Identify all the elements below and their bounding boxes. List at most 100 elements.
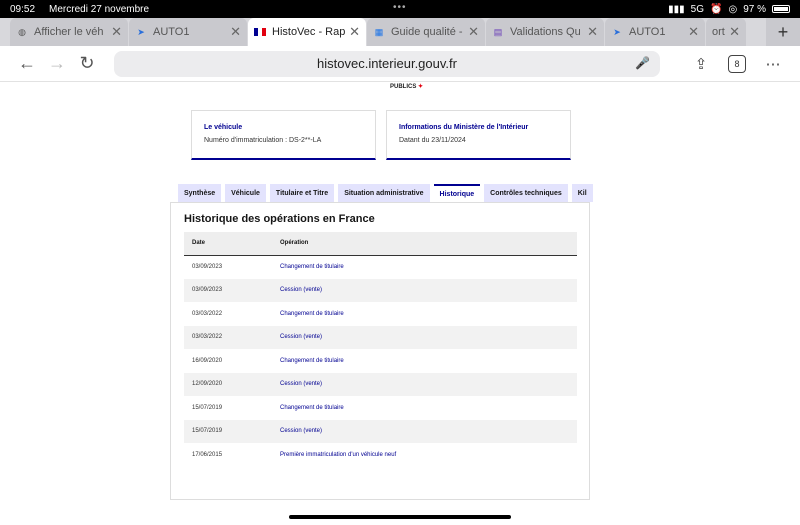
- back-button[interactable]: ←: [12, 51, 42, 77]
- vehicle-card-title: Le véhicule: [204, 124, 243, 131]
- browser-tab-2[interactable]: ➤ AUTO1 ✕: [129, 18, 247, 46]
- tab-titulaire[interactable]: Titulaire et Titre: [269, 184, 335, 202]
- close-tab-icon[interactable]: ✕: [230, 24, 241, 40]
- browser-tab-3[interactable]: HistoVec - Rap ✕: [248, 18, 366, 46]
- row-operation: Changement de titulaire: [280, 357, 344, 364]
- table-row: 15/07/2019 Cession (vente): [184, 419, 577, 443]
- report-tabs: Synthèse Véhicule Titulaire et Titre Sit…: [178, 184, 593, 202]
- table-row: 12/09/2020 Cession (vente): [184, 372, 577, 396]
- row-date: 17/06/2015: [192, 451, 223, 458]
- row-date: 15/07/2019: [192, 404, 223, 411]
- ministry-card-title: Informations du Ministère de l'Intérieur: [399, 124, 529, 131]
- browser-tab-5[interactable]: ▤ Validations Qu ✕: [486, 18, 604, 46]
- status-date: Mercredi 27 novembre: [49, 3, 150, 15]
- row-operation: Changement de titulaire: [280, 404, 344, 411]
- browser-tab-1[interactable]: ◍ Afficher le véh ✕: [10, 18, 128, 46]
- row-operation: Changement de titulaire: [280, 310, 344, 317]
- row-operation: Première immatriculation d'un véhicule n…: [280, 451, 397, 458]
- row-operation: Cession (vente): [280, 278, 577, 302]
- ministry-card-value: Datant du 23/11/2024: [399, 137, 466, 144]
- row-operation: Cession (vente): [280, 419, 577, 443]
- auto1-icon: ➤: [613, 26, 621, 37]
- globe-icon: ◍: [18, 26, 26, 37]
- history-panel: Historique des opérations en France Date…: [170, 202, 590, 500]
- table-row: 17/06/2015 Première immatriculation d'un …: [184, 443, 577, 467]
- row-operation: Changement de titulaire: [280, 264, 344, 270]
- column-date: Date: [184, 232, 280, 256]
- new-tab-button[interactable]: +: [766, 18, 800, 46]
- row-date: 03/09/2023: [192, 264, 223, 270]
- location-icon: ◎: [728, 3, 738, 15]
- table-header-row: Date Opération: [184, 232, 577, 256]
- network-label: 5G: [690, 3, 705, 15]
- browser-tab-bar: ◍ Afficher le véh ✕ ➤ AUTO1 ✕ HistoVec -…: [0, 18, 800, 46]
- table-row: 16/09/2020 Changement de titulaire: [184, 349, 577, 373]
- tab-kilometrage[interactable]: Kil: [571, 184, 593, 202]
- tab-label: ort: [712, 26, 725, 38]
- forms-icon: ▤: [493, 26, 503, 37]
- vehicle-card-value: Numéro d'immatriculation : DS-2**-LA: [204, 137, 322, 144]
- close-tab-icon[interactable]: ✕: [729, 24, 740, 40]
- close-tab-icon[interactable]: ✕: [688, 24, 699, 40]
- row-date: 03/03/2022: [184, 325, 280, 349]
- browser-toolbar: ← → ↻ histovec.interieur.gouv.fr 🎤 ⇪ 8 ⋯: [0, 46, 800, 82]
- status-bar: 09:52 Mercredi 27 novembre ••• ▮▮▮ 5G ⏰ …: [0, 0, 800, 18]
- tab-label: Validations Qu: [510, 26, 581, 38]
- tab-label: HistoVec - Rap: [272, 26, 346, 38]
- tab-label: AUTO1: [153, 26, 190, 38]
- reload-button[interactable]: ↻: [72, 51, 102, 77]
- browser-tab-6[interactable]: ➤ AUTO1 ✕: [605, 18, 705, 46]
- alarm-icon: ⏰: [710, 3, 723, 15]
- signal-icon: ▮▮▮: [668, 3, 685, 15]
- tab-switcher-button[interactable]: 8: [722, 51, 752, 77]
- address-bar[interactable]: histovec.interieur.gouv.fr 🎤: [114, 50, 660, 77]
- row-date: 03/03/2022: [192, 310, 223, 317]
- column-operation: Opération: [280, 232, 577, 256]
- tab-label: Guide qualité -: [391, 26, 463, 38]
- row-date: 12/09/2020: [184, 372, 280, 396]
- doc-icon: ▦: [374, 26, 384, 37]
- tab-situation-administrative[interactable]: Situation administrative: [338, 184, 430, 202]
- row-operation: Cession (vente): [280, 372, 577, 396]
- republique-logo: PUBLICS ✦: [390, 84, 424, 90]
- share-button[interactable]: ⇪: [686, 51, 716, 77]
- table-row: 03/03/2022 Changement de titulaire: [184, 302, 577, 326]
- close-tab-icon[interactable]: ✕: [468, 24, 479, 40]
- ministry-card: Informations du Ministère de l'Intérieur…: [386, 110, 571, 160]
- row-date: 16/09/2020: [192, 357, 223, 364]
- browser-tab-4[interactable]: ▦ Guide qualité - ✕: [367, 18, 485, 46]
- table-row: 03/09/2023 Cession (vente): [184, 278, 577, 302]
- vehicle-card: Le véhicule Numéro d'immatriculation : D…: [191, 110, 376, 160]
- row-date: 15/07/2019: [184, 419, 280, 443]
- forward-button[interactable]: →: [42, 51, 72, 77]
- battery-label: 97 %: [743, 3, 766, 15]
- battery-icon: [772, 5, 790, 13]
- tab-vehicule[interactable]: Véhicule: [225, 184, 266, 202]
- more-menu-button[interactable]: ⋯: [758, 51, 788, 77]
- url-text: histovec.interieur.gouv.fr: [317, 56, 457, 71]
- close-tab-icon[interactable]: ✕: [349, 24, 360, 40]
- table-row: 03/09/2023 Changement de titulaire: [184, 255, 577, 279]
- history-title: Historique des opérations en France: [184, 213, 375, 225]
- multitasking-dots-icon[interactable]: •••: [393, 2, 407, 13]
- tab-historique[interactable]: Historique: [433, 184, 481, 202]
- home-indicator[interactable]: [289, 515, 511, 519]
- tab-synthese[interactable]: Synthèse: [178, 184, 222, 202]
- table-row: 03/03/2022 Cession (vente): [184, 325, 577, 349]
- browser-tab-7[interactable]: ort ✕: [706, 18, 746, 46]
- tab-label: AUTO1: [629, 26, 666, 38]
- table-row: 15/07/2019 Changement de titulaire: [184, 396, 577, 420]
- auto1-icon: ➤: [137, 26, 145, 37]
- row-date: 03/09/2023: [184, 278, 280, 302]
- history-table: Date Opération 03/09/2023 Changement de t…: [184, 232, 577, 467]
- tab-label: Afficher le véh: [34, 26, 104, 38]
- status-time: 09:52: [10, 3, 36, 15]
- page-content: PUBLICS ✦ Le véhicule Numéro d'immatricu…: [0, 82, 800, 525]
- tab-count: 8: [728, 54, 746, 73]
- french-flag-icon: [254, 26, 266, 38]
- microphone-icon[interactable]: 🎤: [635, 56, 650, 70]
- close-tab-icon[interactable]: ✕: [587, 24, 598, 40]
- row-operation: Cession (vente): [280, 325, 577, 349]
- tab-controles-techniques[interactable]: Contrôles techniques: [484, 184, 568, 202]
- close-tab-icon[interactable]: ✕: [111, 24, 122, 40]
